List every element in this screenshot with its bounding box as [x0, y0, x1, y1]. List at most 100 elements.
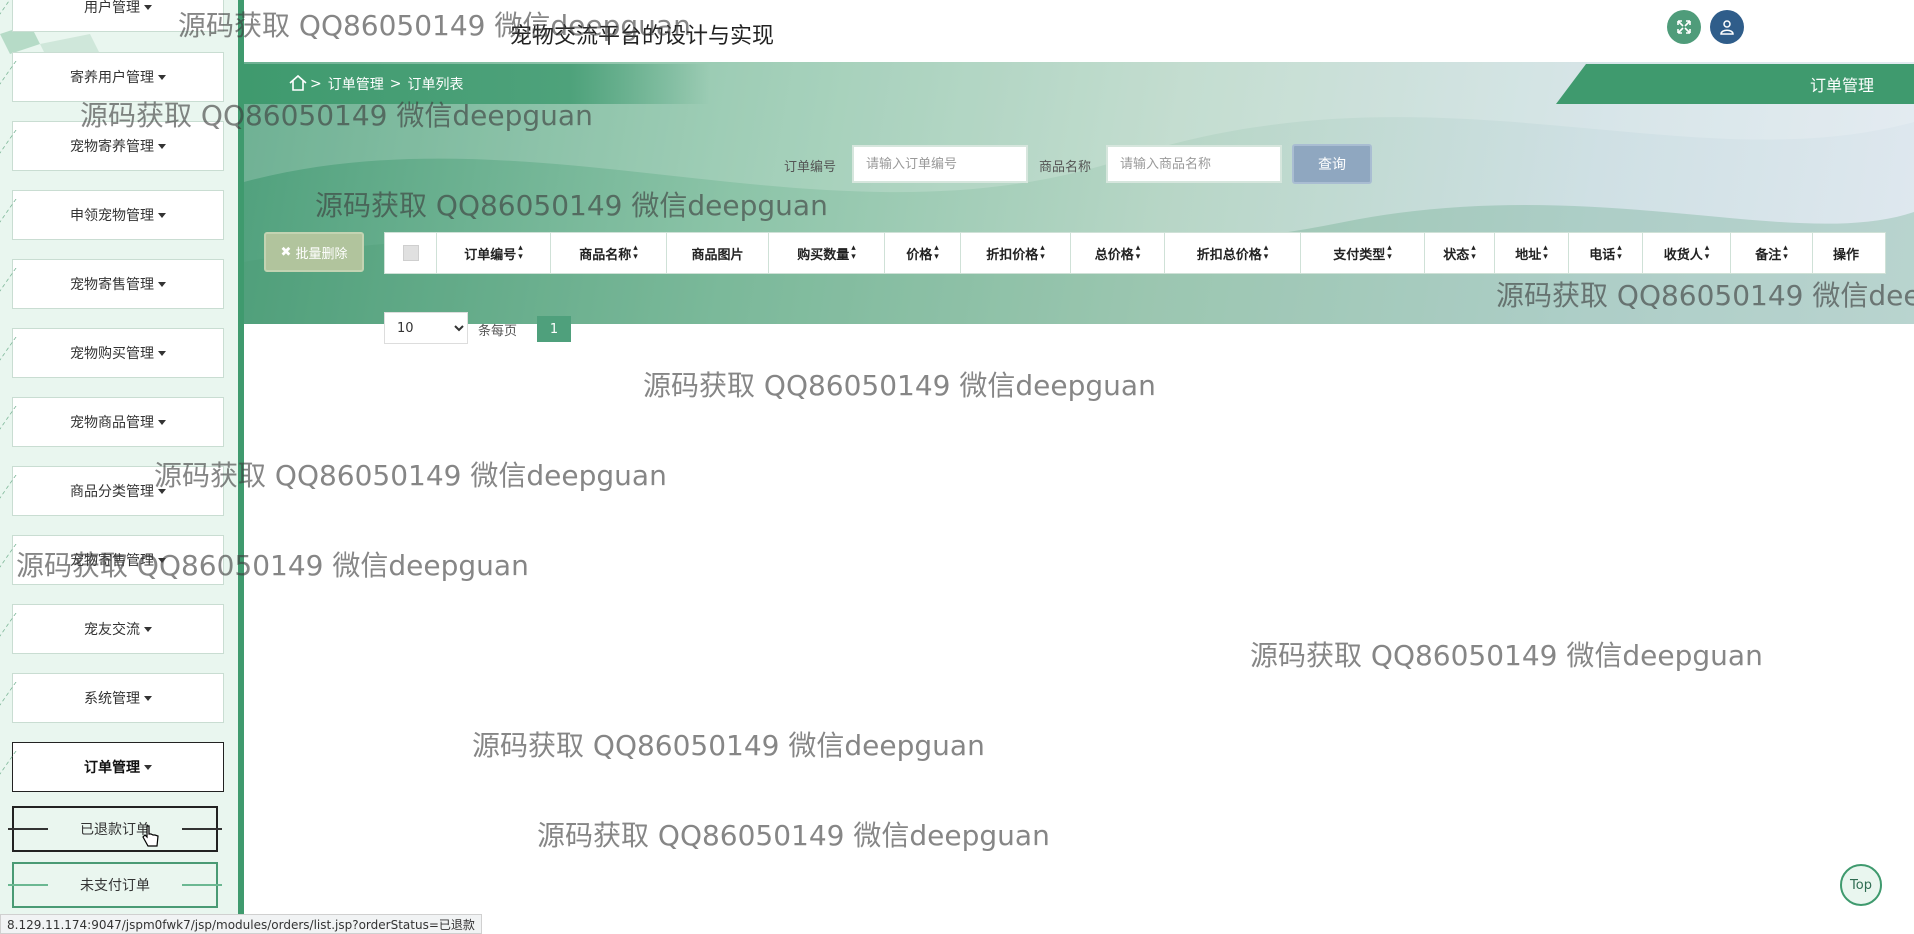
breadcrumb-item-orders[interactable]: 订单管理 — [328, 74, 384, 94]
chevron-down-icon — [144, 626, 152, 632]
column-header[interactable]: 状态 ▴ ▾ — [1425, 233, 1495, 273]
select-all-checkbox[interactable] — [402, 245, 419, 261]
page-number-button[interactable]: 1 — [537, 316, 571, 342]
column-header[interactable]: 支付类型 ▴ ▾ — [1301, 233, 1425, 273]
sort-icon: ▴ ▾ — [1135, 243, 1141, 262]
column-header[interactable]: 电话 ▴ ▾ — [1569, 233, 1643, 273]
sidebar-item-pet-consign-2[interactable]: 宠物寄售管理 — [12, 535, 224, 585]
column-label: 折扣价格 — [986, 247, 1039, 263]
sidebar-item-pet-claim[interactable]: 申领宠物管理 — [12, 190, 224, 240]
sort-icon: ▴ ▾ — [1040, 243, 1045, 262]
back-to-top-button[interactable]: Top — [1840, 864, 1882, 906]
sort-icon: ▴ ▾ — [851, 243, 856, 262]
orders-table-header: 订单编号 ▴ ▾ 商品名称 ▴ ▾ 商品图片 购买数量 ▴ ▾ 价格 ▴ ▾ 折扣价格 ▴ ▾ 总价… — [384, 232, 1886, 274]
sidebar-item-categories[interactable]: 商品分类管理 — [12, 466, 224, 516]
column-header[interactable]: 购买数量 ▴ ▾ — [769, 233, 885, 273]
column-label: 总价格 — [1094, 247, 1134, 263]
sort-icon: ▴ ▾ — [518, 243, 523, 262]
select-all-cell — [385, 233, 437, 273]
breadcrumb-separator: > — [310, 76, 322, 92]
product-name-label: 商品名称 — [1039, 160, 1092, 175]
sidebar-item-community[interactable]: 宠友交流 — [12, 604, 224, 654]
sidebar-subitem-unpaid-orders[interactable]: 未支付订单 — [8, 862, 222, 908]
breadcrumb-separator: > — [389, 76, 402, 92]
product-name-input[interactable] — [1106, 145, 1282, 183]
batch-delete-button[interactable]: ✖ 批量删除 — [264, 232, 364, 272]
page-size-select[interactable]: 10 — [384, 312, 468, 344]
column-label: 操作 — [1832, 247, 1859, 263]
column-header[interactable]: 收货人 ▴ ▾ — [1643, 233, 1731, 273]
sidebar-subitem-refunded-orders[interactable]: 已退款订单 — [8, 806, 222, 852]
sidebar-item-label: 寄养用户管理 — [70, 70, 154, 86]
home-icon[interactable] — [288, 73, 308, 93]
sidebar-item-pet-consign[interactable]: 宠物寄售管理 — [12, 259, 224, 309]
column-header[interactable]: 折扣总价格 ▴ ▾ — [1165, 233, 1301, 273]
expand-icon — [1677, 20, 1691, 34]
breadcrumb: > 订单管理 > 订单列表 — [244, 64, 710, 104]
column-label: 状态 — [1443, 247, 1470, 263]
chevron-down-icon — [158, 419, 166, 425]
column-header[interactable]: 总价格 ▴ ▾ — [1071, 233, 1165, 273]
chevron-down-icon — [144, 4, 152, 10]
sidebar-item-label: 宠物商品管理 — [70, 415, 154, 431]
close-icon: ✖ — [280, 244, 292, 260]
user-button[interactable] — [1710, 10, 1744, 44]
query-button[interactable]: 查询 — [1292, 144, 1372, 184]
chevron-down-icon — [158, 488, 166, 494]
sidebar-item-label: 商品分类管理 — [70, 484, 154, 500]
sort-icon: ▴ ▾ — [1543, 243, 1548, 262]
per-page-label: 条每页 — [478, 324, 518, 339]
sidebar-item-pet-products[interactable]: 宠物商品管理 — [12, 397, 224, 447]
column-header: 操作 — [1813, 233, 1879, 273]
arrow-left-decoration — [8, 828, 48, 830]
column-header[interactable]: 商品名称 ▴ ▾ — [551, 233, 667, 273]
chevron-down-icon — [158, 74, 166, 80]
sidebar-item-pet-purchase[interactable]: 宠物购买管理 — [12, 328, 224, 378]
column-header: 商品图片 — [667, 233, 769, 273]
fullscreen-button[interactable] — [1667, 10, 1701, 44]
column-label: 购买数量 — [797, 247, 850, 263]
sort-icon: ▴ ▾ — [1617, 243, 1622, 262]
chevron-down-icon — [158, 212, 166, 218]
column-label: 电话 — [1589, 247, 1616, 263]
column-header[interactable]: 价格 ▴ ▾ — [885, 233, 961, 273]
app-title: 宠物交流平台的设计与实现 — [510, 24, 775, 49]
sidebar-item-foster-users[interactable]: 寄养用户管理 — [12, 52, 224, 102]
column-header[interactable]: 折扣价格 ▴ ▾ — [961, 233, 1071, 273]
sidebar-item-label: 订单管理 — [84, 760, 140, 776]
user-icon — [1720, 20, 1734, 35]
arrow-right-decoration — [182, 828, 222, 830]
column-label: 收货人 — [1663, 247, 1703, 263]
order-no-input[interactable] — [852, 145, 1028, 183]
column-label: 折扣总价格 — [1196, 247, 1262, 263]
sidebar-item-label: 申领宠物管理 — [70, 208, 154, 224]
sidebar-item-users[interactable]: 用户管理 — [12, 0, 224, 32]
hand-cursor-icon — [142, 825, 159, 847]
sort-icon: ▴ ▾ — [1471, 243, 1476, 262]
column-label: 地址 — [1515, 247, 1542, 263]
sidebar-item-orders[interactable]: 订单管理 — [12, 742, 224, 792]
column-header[interactable]: 备注 ▴ ▾ — [1731, 233, 1813, 273]
chevron-down-icon — [158, 281, 166, 287]
sort-icon: ▴ ▾ — [633, 243, 638, 262]
sidebar-item-label: 系统管理 — [84, 691, 140, 707]
sort-icon: ▴ ▾ — [1783, 243, 1788, 262]
order-no-label: 订单编号 — [784, 160, 837, 175]
column-header[interactable]: 地址 ▴ ▾ — [1495, 233, 1569, 273]
breadcrumb-item-order-list: 订单列表 — [407, 77, 464, 93]
sort-icon: ▴ ▾ — [934, 243, 939, 262]
sidebar-subitem-label: 已退款订单 — [80, 822, 150, 838]
sort-icon: ▴ ▾ — [1263, 243, 1269, 262]
sidebar-item-pet-foster[interactable]: 宠物寄养管理 — [12, 121, 224, 171]
column-label: 商品名称 — [579, 247, 632, 263]
watermark: 源码获取 QQ86050149 微信deepguan — [643, 369, 1156, 402]
sort-icon: ▴ ▾ — [1704, 243, 1710, 262]
column-label: 支付类型 — [1333, 247, 1386, 263]
sidebar-item-label: 宠友交流 — [84, 622, 140, 638]
watermark: 源码获取 QQ86050149 微信deepguan — [537, 819, 1050, 852]
sidebar-item-system[interactable]: 系统管理 — [12, 673, 224, 723]
sidebar-item-label: 宠物购买管理 — [70, 346, 154, 362]
column-label: 商品图片 — [691, 247, 744, 263]
watermark: 源码获取 QQ86050149 微信deepguan — [472, 729, 985, 762]
column-header[interactable]: 订单编号 ▴ ▾ — [437, 233, 551, 273]
